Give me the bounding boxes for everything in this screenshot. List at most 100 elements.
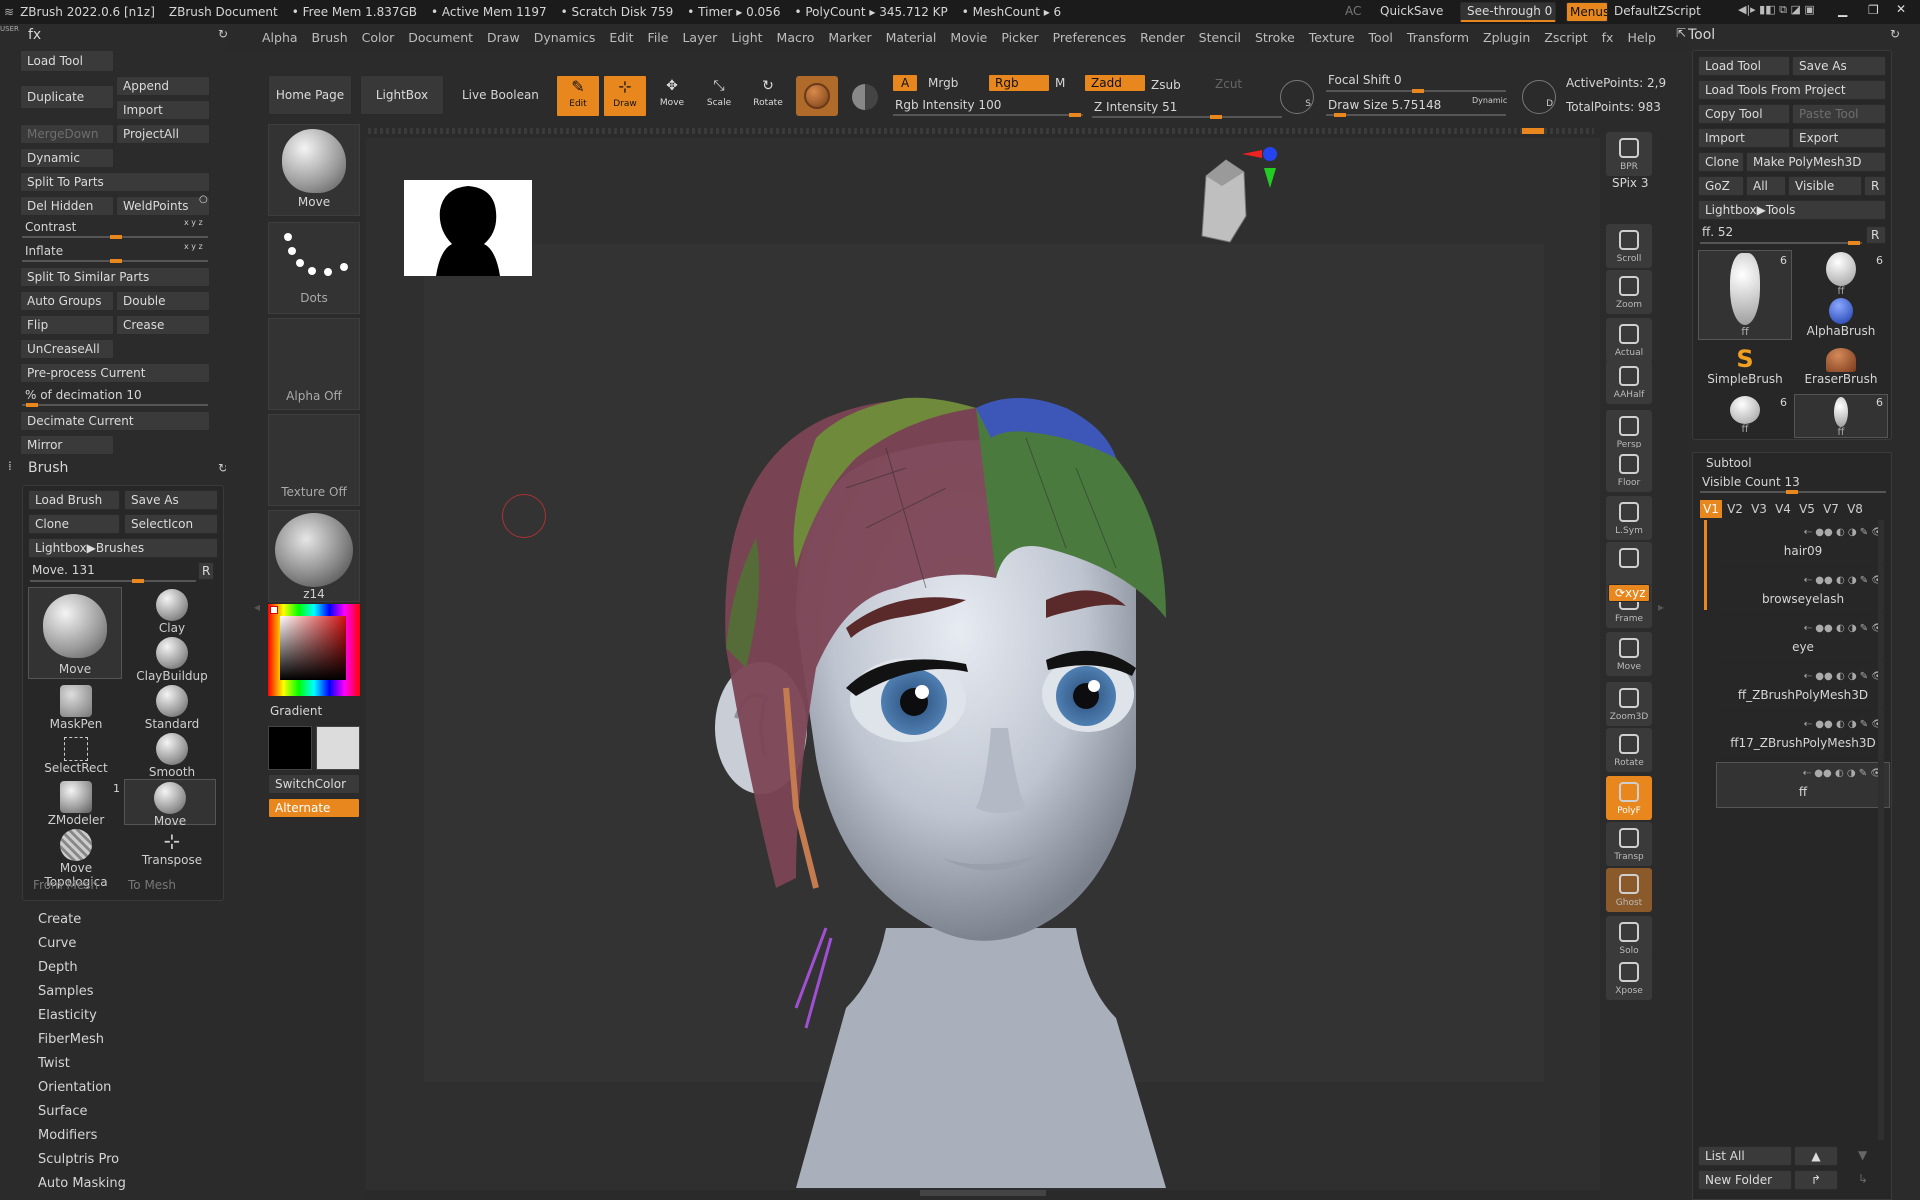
tool-import-button[interactable]: Import: [1698, 128, 1790, 148]
sculpt-s-icon[interactable]: S: [1280, 80, 1314, 114]
shelf-tool-xpose[interactable]: Xpose: [1606, 956, 1652, 1000]
mirror-button[interactable]: Mirror: [20, 435, 114, 455]
shelf-tool-aahalf[interactable]: AAHalf: [1606, 360, 1652, 404]
tool-thumb-ff-2[interactable]: ff: [1698, 394, 1792, 438]
bottom-tray-handle[interactable]: [920, 1190, 1046, 1196]
contrast-slider-label[interactable]: Contrast: [25, 220, 76, 234]
make-polymesh-button[interactable]: Make PolyMesh3D: [1746, 152, 1886, 172]
contrast-slider[interactable]: [22, 235, 208, 239]
orientation-gizmo[interactable]: [1192, 146, 1282, 256]
menu-document[interactable]: Document: [408, 30, 473, 45]
color-picker[interactable]: [268, 604, 360, 696]
subpalette-curve[interactable]: Curve: [38, 936, 76, 951]
tool-ff-slider[interactable]: [1700, 241, 1862, 245]
texture-slot[interactable]: Texture Off: [268, 414, 360, 506]
brush-maskpen[interactable]: MaskPen: [30, 683, 122, 731]
copy-tool-button[interactable]: Copy Tool: [1698, 104, 1790, 124]
tool-thumb-alphabrush[interactable]: AlphaBrush: [1794, 298, 1888, 342]
brush-transpose[interactable]: ⊹ Transpose: [126, 827, 218, 873]
menu-render[interactable]: Render: [1140, 30, 1185, 45]
menu-stencil[interactable]: Stencil: [1199, 30, 1241, 45]
version-tab-v3[interactable]: V3: [1748, 500, 1770, 518]
draw-size-label[interactable]: Draw Size 5.75148: [1328, 98, 1441, 112]
focal-shift-slider[interactable]: [1326, 89, 1506, 93]
material-swatch[interactable]: [796, 76, 838, 116]
alternate-button[interactable]: Alternate: [268, 798, 360, 818]
tool-thumb-simplebrush[interactable]: S SimpleBrush: [1698, 346, 1792, 390]
list-all-button[interactable]: List All: [1698, 1146, 1792, 1166]
menu-layer[interactable]: Layer: [682, 30, 717, 45]
subtool-row-icons[interactable]: ⇠ ●● ◐ ◑ ✎ 👁: [1716, 714, 1890, 736]
zsub-toggle[interactable]: Zsub: [1151, 78, 1181, 92]
menu-zplugin[interactable]: Zplugin: [1483, 30, 1530, 45]
version-tab-v1[interactable]: V1: [1700, 500, 1722, 518]
visible-count-label[interactable]: Visible Count 13: [1702, 475, 1800, 489]
subpalette-orientation[interactable]: Orientation: [38, 1080, 111, 1095]
subpalette-auto-masking[interactable]: Auto Masking: [38, 1176, 126, 1191]
shelf-tool-actual[interactable]: Actual: [1606, 318, 1652, 362]
current-brush-thumb[interactable]: Move: [28, 587, 122, 679]
palette-drag-icon-right[interactable]: ⇱: [1676, 26, 1686, 40]
shelf-tool-zoom3d[interactable]: Zoom3D: [1606, 682, 1652, 726]
mergedown-button[interactable]: MergeDown: [20, 124, 114, 144]
subpalette-sculptris-pro[interactable]: Sculptris Pro: [38, 1152, 119, 1167]
menu-picker[interactable]: Picker: [1001, 30, 1038, 45]
menu-texture[interactable]: Texture: [1309, 30, 1355, 45]
ac-label[interactable]: AC: [1345, 4, 1361, 18]
menu-tool[interactable]: Tool: [1369, 30, 1393, 45]
tool-clone-button[interactable]: Clone: [1698, 152, 1744, 172]
switchcolor-button[interactable]: SwitchColor: [268, 774, 360, 794]
left-tray-collapse-icon[interactable]: ◂: [254, 600, 260, 614]
subpalette-create[interactable]: Create: [38, 912, 81, 927]
main-color-swatch[interactable]: [268, 726, 312, 770]
brush-move-topological[interactable]: Move Topologica: [30, 827, 122, 889]
tool-thumb-current[interactable]: ff: [1698, 250, 1792, 340]
menu-movie[interactable]: Movie: [950, 30, 987, 45]
double-button[interactable]: Double: [116, 291, 210, 311]
version-tab-v2[interactable]: V2: [1724, 500, 1746, 518]
move-up-arrow-icon[interactable]: ▲: [1794, 1146, 1838, 1166]
crease-button[interactable]: Crease: [116, 315, 210, 335]
brush-smooth[interactable]: Smooth: [126, 731, 218, 779]
uncreaseall-button[interactable]: UnCreaseAll: [20, 339, 114, 359]
brush-r-button[interactable]: R: [198, 562, 214, 580]
z-intensity-slider[interactable]: [1092, 115, 1282, 119]
draw-d-icon[interactable]: D: [1522, 80, 1556, 114]
tool-save-as-button[interactable]: Save As: [1792, 56, 1886, 76]
gradient-toggle[interactable]: Gradient: [270, 704, 322, 718]
tool-export-button[interactable]: Export: [1792, 128, 1886, 148]
shelf-tool-rotate[interactable]: Rotate: [1606, 728, 1652, 772]
inflate-slider-label[interactable]: Inflate: [25, 244, 63, 258]
move-mode-button[interactable]: ✥ Move: [650, 75, 694, 117]
subtool-row-icons[interactable]: ⇠ ●● ◐ ◑ ✎ 👁: [1716, 522, 1890, 544]
preprocess-current-button[interactable]: Pre-process Current: [20, 363, 210, 383]
z-intensity-label[interactable]: Z Intensity 51: [1094, 100, 1177, 114]
split-to-parts-button[interactable]: Split To Parts: [20, 172, 210, 192]
decimation-slider[interactable]: [22, 403, 208, 407]
scale-mode-button[interactable]: ⤡ Scale: [697, 75, 741, 117]
append-button[interactable]: Append: [116, 76, 210, 96]
from-mesh-button[interactable]: From Mesh: [33, 878, 98, 892]
tool-thumb-ff[interactable]: ff: [1794, 250, 1888, 298]
tool-thumb-ff-3[interactable]: ff: [1794, 394, 1888, 438]
color-mode-icon[interactable]: [852, 84, 878, 110]
xyz-rotate-toggle[interactable]: ⟳xyz: [1608, 584, 1650, 602]
menu-macro[interactable]: Macro: [777, 30, 815, 45]
folder-arrow-icon[interactable]: ↱: [1794, 1170, 1838, 1190]
shelf-scroll-thumb[interactable]: [1522, 128, 1544, 134]
menu-dynamics[interactable]: Dynamics: [534, 30, 596, 45]
palette-drag-icon[interactable]: ⁞: [8, 459, 12, 473]
draw-mode-button[interactable]: ⊹ Draw: [603, 75, 647, 117]
menu-alpha[interactable]: Alpha: [262, 30, 298, 45]
subtool-row[interactable]: ⇠ ●● ◐ ◑ ✎ 👁 ff17_ZBrushPolyMesh3D: [1716, 714, 1890, 760]
brush-move-recent[interactable]: Move: [124, 779, 216, 828]
dynamic-size-toggle[interactable]: Dynamic: [1472, 96, 1507, 105]
rotate-mode-button[interactable]: ↻ Rotate: [746, 75, 790, 117]
subtool-row[interactable]: ⇠ ●● ◐ ◑ ✎ 👁 ff_ZBrushPolyMesh3D: [1716, 666, 1890, 712]
subtool-scrollbar[interactable]: [1878, 520, 1884, 1140]
zadd-toggle[interactable]: Zadd: [1084, 74, 1146, 92]
subtool-row-icons[interactable]: ⇠ ●● ◐ ◑ ✎ 👁: [1716, 666, 1890, 688]
brush-claybuildup[interactable]: ClayBuildup: [126, 635, 218, 683]
secondary-color-chip[interactable]: [270, 606, 278, 614]
goz-button[interactable]: GoZ: [1698, 176, 1744, 196]
